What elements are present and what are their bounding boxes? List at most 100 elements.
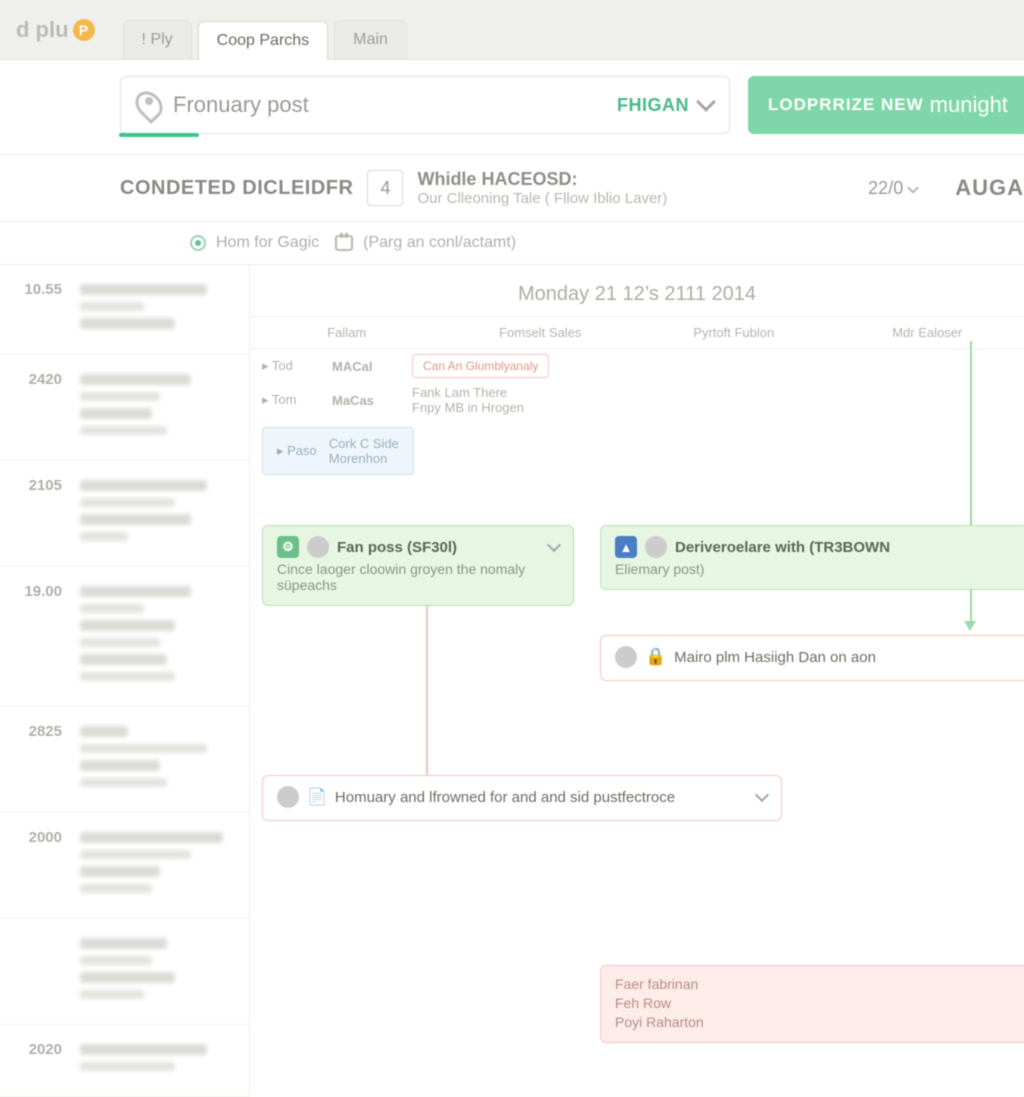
blurred-text bbox=[80, 284, 207, 295]
calendar-icon[interactable] bbox=[335, 235, 353, 251]
location-selected-value: Fhigan bbox=[617, 95, 689, 116]
time-row: 2420 bbox=[0, 355, 249, 461]
location-selector[interactable]: Fronuary post Fhigan bbox=[120, 76, 730, 134]
cell: ▸ Tom bbox=[262, 392, 332, 408]
blue-cell-b: Cork C Side Morenhon bbox=[329, 436, 399, 466]
tab-coop-parchs[interactable]: Coop Parchs bbox=[198, 21, 329, 60]
blurred-text bbox=[80, 586, 191, 597]
time-label: 19.00 bbox=[0, 567, 70, 706]
brand-coin-icon: P bbox=[73, 19, 95, 41]
blurred-text bbox=[80, 1062, 175, 1071]
blurred-text bbox=[80, 426, 167, 435]
time-row: 2020 bbox=[0, 1025, 249, 1097]
location-pin-icon bbox=[137, 90, 161, 120]
cta-strong: Lodprrize new bbox=[768, 95, 924, 115]
pager[interactable]: 22/0 bbox=[868, 178, 917, 199]
radio-selected-icon[interactable] bbox=[190, 235, 206, 251]
chevron-down-icon bbox=[696, 92, 716, 112]
timeline-pane: Monday 21 12’s 2111 2014 Fallam Fomselt … bbox=[250, 265, 1024, 1097]
blurred-text bbox=[80, 744, 207, 753]
blue-cell[interactable]: ▸ Paso Cork C Side Morenhon bbox=[262, 427, 414, 475]
new-munight-button[interactable]: Lodprrize new munight bbox=[748, 76, 1024, 134]
cell: MACal bbox=[332, 359, 412, 374]
list-item: Poyi Raharton bbox=[615, 1014, 1015, 1030]
blurred-text bbox=[80, 1044, 207, 1055]
cta-light: munight bbox=[930, 92, 1008, 118]
time-label bbox=[0, 919, 70, 1024]
blurred-text bbox=[80, 408, 152, 419]
time-items bbox=[70, 919, 249, 1024]
table-row: ▸ Tom MaCas Fank Lam There Fnpy MB in Hr… bbox=[262, 383, 1012, 417]
card-title: Fan poss (SF30l) bbox=[337, 539, 457, 556]
count-badge: 4 bbox=[367, 170, 403, 206]
col-1: Fomselt Sales bbox=[444, 325, 638, 340]
list-item: Feh Row bbox=[615, 995, 1015, 1011]
time-row: 2000 bbox=[0, 813, 249, 919]
blurred-text bbox=[80, 498, 175, 507]
arrow-down-icon bbox=[964, 621, 976, 631]
blurred-text bbox=[80, 672, 175, 681]
chevron-down-icon[interactable] bbox=[547, 537, 561, 551]
cell: ▸ Tod bbox=[262, 358, 332, 374]
section-title: CONDETED DICLEIDFR bbox=[120, 177, 353, 200]
time-row: 2105 bbox=[0, 461, 249, 567]
top-tab-bar: d plu P ! Ply Coop Parchs Main bbox=[0, 0, 1024, 60]
blurred-text bbox=[80, 532, 128, 541]
time-row bbox=[0, 919, 249, 1025]
time-row: 19.00 bbox=[0, 567, 249, 707]
status-pill[interactable]: Can An Glumblyanaly bbox=[412, 354, 549, 378]
lock-icon: 🔒 bbox=[645, 647, 666, 667]
blurred-text bbox=[80, 938, 167, 949]
list-item: Faer fabrinan bbox=[615, 976, 1015, 992]
blurred-text bbox=[80, 302, 144, 311]
blurred-text bbox=[80, 726, 128, 737]
time-label: 2020 bbox=[0, 1025, 70, 1096]
blurred-text bbox=[80, 318, 175, 329]
tab-main[interactable]: Main bbox=[334, 20, 407, 59]
event-card-pink[interactable]: Faer fabrinan Feh Row Poyi Raharton bbox=[600, 965, 1024, 1043]
blurred-text bbox=[80, 972, 175, 983]
time-row: 2825 bbox=[0, 707, 249, 813]
blurred-text bbox=[80, 638, 160, 647]
card-title: Mairo plm Hasiigh Dan on aon bbox=[674, 649, 876, 666]
brand-logo: d plu P bbox=[16, 17, 95, 43]
tab-ply[interactable]: ! Ply bbox=[123, 20, 192, 59]
page-canvas: Fronuary post Fhigan Lodprrize new munig… bbox=[0, 60, 1024, 1097]
event-card-deriv[interactable]: ▲ Deriveroelare with (TR3BOWN Eliemary p… bbox=[600, 525, 1024, 590]
mini-table: ▸ Tod MACal Can An Glumblyanaly ▸ Tom Ma… bbox=[250, 349, 1024, 417]
card-title: Homuary and lfrowned for and and sid pus… bbox=[335, 789, 675, 806]
event-card-fan[interactable]: ⚙ Fan poss (SF30l) Cince laoger cloowin … bbox=[262, 525, 574, 606]
card-subtitle: Eliemary post) bbox=[615, 561, 1015, 577]
blurred-text bbox=[80, 850, 191, 859]
time-items bbox=[70, 567, 249, 706]
cell: MaCas bbox=[332, 393, 412, 408]
tab-ply-label: ! Ply bbox=[142, 31, 173, 48]
blurred-text bbox=[80, 374, 191, 385]
time-label: 2825 bbox=[0, 707, 70, 812]
chevron-down-icon[interactable] bbox=[755, 787, 769, 801]
avatar bbox=[277, 786, 299, 808]
active-underline bbox=[119, 133, 199, 137]
filter-radio-label[interactable]: Hom for Gagic bbox=[216, 234, 319, 252]
event-card-hom[interactable]: 📄 Homuary and lfrowned for and and sid p… bbox=[262, 775, 782, 821]
primary-tabs: ! Ply Coop Parchs Main bbox=[123, 0, 407, 59]
card-app-icon: ⚙ bbox=[277, 536, 299, 558]
document-icon: 📄 bbox=[307, 787, 327, 807]
blurred-text bbox=[80, 392, 160, 401]
subtitle-bottom: Our Clleoning Tale ( Fllow Iblio Laver) bbox=[417, 190, 667, 207]
column-headers: Fallam Fomselt Sales Pyrtoft Fublon Mdr … bbox=[250, 317, 1024, 349]
card-subtitle: Cince laoger cloowin groyen the nomaly s… bbox=[277, 561, 559, 593]
blurred-text bbox=[80, 866, 160, 877]
blurred-text bbox=[80, 778, 167, 787]
avatar bbox=[645, 536, 667, 558]
date-header: Monday 21 12’s 2111 2014 bbox=[250, 265, 1024, 317]
time-label: 2420 bbox=[0, 355, 70, 460]
col-3: Mdr Ealoser bbox=[831, 325, 1024, 340]
time-row: 10.55 bbox=[0, 265, 249, 355]
filter-calendar-label[interactable]: (Parg an conl/actamt) bbox=[363, 234, 516, 252]
time-label: 2105 bbox=[0, 461, 70, 566]
schedule-body: 10.552420210519.0028252000 2020 Monday 21… bbox=[0, 265, 1024, 1097]
event-card-mairo[interactable]: 🔒 Mairo plm Hasiigh Dan on aon bbox=[600, 635, 1024, 681]
col-2: Pyrtoft Fublon bbox=[637, 325, 831, 340]
brand-name: d plu bbox=[16, 17, 69, 43]
